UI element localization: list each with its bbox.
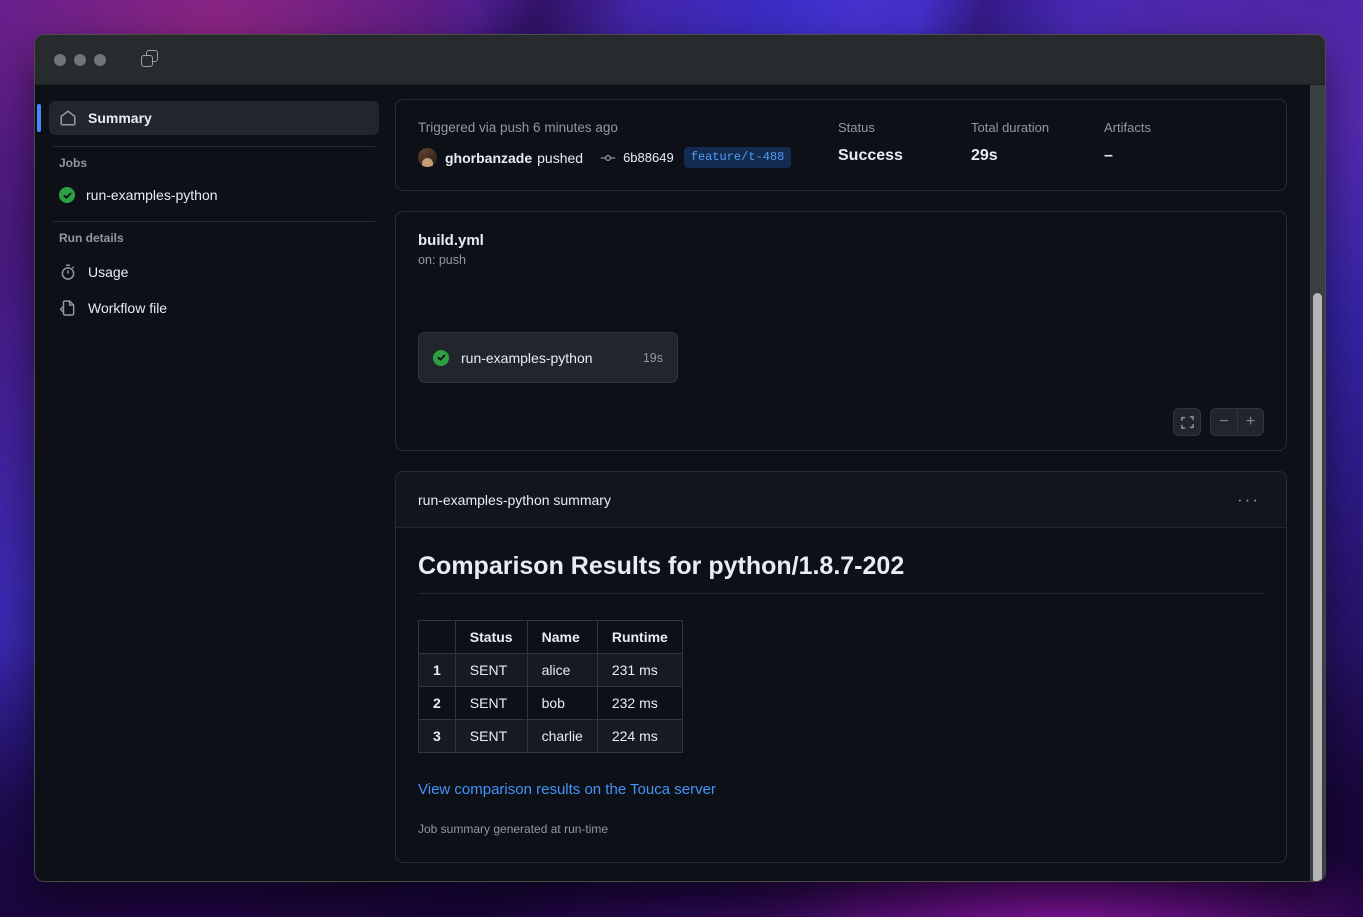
run-header-card: Triggered via push 6 minutes ago ghorban…	[395, 99, 1287, 191]
cell-runtime: 232 ms	[596, 686, 683, 720]
sidebar-item-label: Usage	[88, 264, 129, 280]
sidebar-heading-run-details: Run details	[59, 231, 124, 245]
sidebar-item-label: Workflow file	[88, 300, 168, 316]
page-title: Comparison Results for python/1.8.7-202	[418, 552, 1264, 594]
table-col-status: Status	[454, 620, 528, 654]
actor-action: pushed	[537, 149, 584, 166]
job-summary-card: run-examples-python summary ··· Comparis…	[395, 471, 1287, 863]
touca-server-link[interactable]: View comparison results on the Touca ser…	[418, 781, 716, 798]
sidebar-job-label: run-examples-python	[86, 187, 218, 203]
table-col-index	[418, 620, 456, 654]
table-header-row: Status Name Runtime	[418, 620, 683, 654]
cell-status: SENT	[454, 686, 528, 720]
cell-name: charlie	[526, 719, 598, 753]
trigger-text: Triggered via push 6 minutes ago	[418, 120, 618, 135]
cell-index: 2	[418, 686, 456, 720]
sidebar-item-run-examples-python[interactable]: run-examples-python	[49, 180, 379, 210]
file-code-icon	[59, 299, 77, 317]
page-viewport: Summary Jobs run-examples-python Run det…	[35, 85, 1325, 881]
workflow-trigger: on: push	[418, 253, 466, 267]
run-trigger-block: Triggered via push 6 minutes ago ghorban…	[418, 120, 838, 168]
cell-name: alice	[526, 653, 598, 687]
job-node-duration: 19s	[642, 350, 663, 365]
sidebar-item-summary[interactable]: Summary	[37, 101, 379, 135]
sidebar-divider-2	[53, 221, 375, 222]
duration-label: Total duration	[971, 120, 1050, 135]
maximize-button[interactable]	[94, 53, 106, 66]
sidebar-item-usage[interactable]: Usage	[49, 255, 379, 289]
cell-status: SENT	[454, 653, 528, 687]
git-commit-icon	[600, 150, 616, 166]
sidebar-divider-1	[53, 146, 375, 147]
cell-index: 3	[418, 719, 456, 753]
zoom-button-group: − +	[1210, 408, 1264, 436]
duration-value: 29s	[971, 147, 998, 164]
job-summary-footnote: Job summary generated at run-time	[418, 822, 609, 836]
fit-screen-icon[interactable]	[1173, 408, 1201, 436]
table-body: 1 SENT alice 231 ms 2 SENT bob 232 ms 3 …	[418, 653, 683, 753]
actor-name[interactable]: ghorbanzade	[445, 150, 532, 166]
workflow-file-name: build.yml	[418, 232, 484, 249]
check-circle-icon	[433, 349, 449, 366]
job-summary-header: run-examples-python summary ···	[396, 472, 1286, 528]
zoom-in-button[interactable]: +	[1237, 409, 1263, 435]
job-summary-title: run-examples-python summary	[418, 491, 611, 508]
main-content: Triggered via push 6 minutes ago ghorban…	[387, 85, 1325, 881]
table-row: 2 SENT bob 232 ms	[418, 686, 683, 720]
cell-index: 1	[418, 653, 456, 687]
sidebar-item-label: Summary	[88, 110, 152, 126]
zoom-out-button[interactable]: −	[1211, 409, 1237, 435]
workflow-graph-card: build.yml on: push run-examples-python 1…	[395, 211, 1287, 451]
home-icon	[59, 109, 77, 127]
comparison-results-table: Status Name Runtime 1 SENT alice 231 ms …	[418, 620, 683, 753]
browser-window: Summary Jobs run-examples-python Run det…	[34, 34, 1326, 882]
tabs-icon[interactable]	[141, 49, 161, 70]
job-summary-body: Comparison Results for python/1.8.7-202 …	[396, 528, 1286, 862]
kebab-menu-icon[interactable]: ···	[1233, 488, 1264, 512]
sidebar-heading-jobs: Jobs	[59, 156, 88, 170]
artifacts-value: –	[1104, 147, 1113, 164]
cell-runtime: 231 ms	[596, 653, 683, 687]
desktop-background: Summary Jobs run-examples-python Run det…	[0, 0, 1363, 917]
scrollbar-thumb[interactable]	[1313, 293, 1322, 881]
cell-name: bob	[526, 686, 598, 720]
branch-badge[interactable]: feature/t-488	[683, 147, 792, 168]
sidebar-item-workflow-file[interactable]: Workflow file	[49, 291, 379, 325]
status-meta: Status Success	[838, 120, 971, 168]
commit-row: ghorbanzade pushed 6b88649 feature/t-488	[418, 147, 838, 168]
close-button[interactable]	[54, 53, 66, 66]
table-row: 3 SENT charlie 224 ms	[418, 719, 683, 753]
table-col-name: Name	[526, 620, 598, 654]
minimize-button[interactable]	[74, 53, 86, 66]
stopwatch-icon	[59, 263, 77, 281]
duration-meta: Total duration 29s	[971, 120, 1104, 168]
cell-status: SENT	[454, 719, 528, 753]
graph-zoom-controls: − +	[1173, 408, 1264, 436]
table-col-runtime: Runtime	[596, 620, 683, 654]
status-label: Status	[838, 120, 875, 135]
status-value: Success	[838, 147, 903, 164]
artifacts-meta: Artifacts –	[1104, 120, 1264, 168]
active-indicator	[37, 104, 41, 132]
table-header: Status Name Runtime	[418, 620, 683, 654]
artifacts-label: Artifacts	[1104, 120, 1151, 135]
window-titlebar	[35, 35, 1325, 85]
commit-sha[interactable]: 6b88649	[623, 150, 674, 165]
table-row: 1 SENT alice 231 ms	[418, 653, 683, 687]
avatar	[418, 148, 437, 167]
check-circle-icon	[59, 187, 75, 203]
page-scrollbar[interactable]	[1310, 85, 1325, 881]
workflow-job-node[interactable]: run-examples-python 19s	[418, 332, 678, 383]
run-sidebar: Summary Jobs run-examples-python Run det…	[35, 85, 387, 881]
job-node-label: run-examples-python	[461, 349, 593, 366]
cell-runtime: 224 ms	[596, 719, 683, 753]
